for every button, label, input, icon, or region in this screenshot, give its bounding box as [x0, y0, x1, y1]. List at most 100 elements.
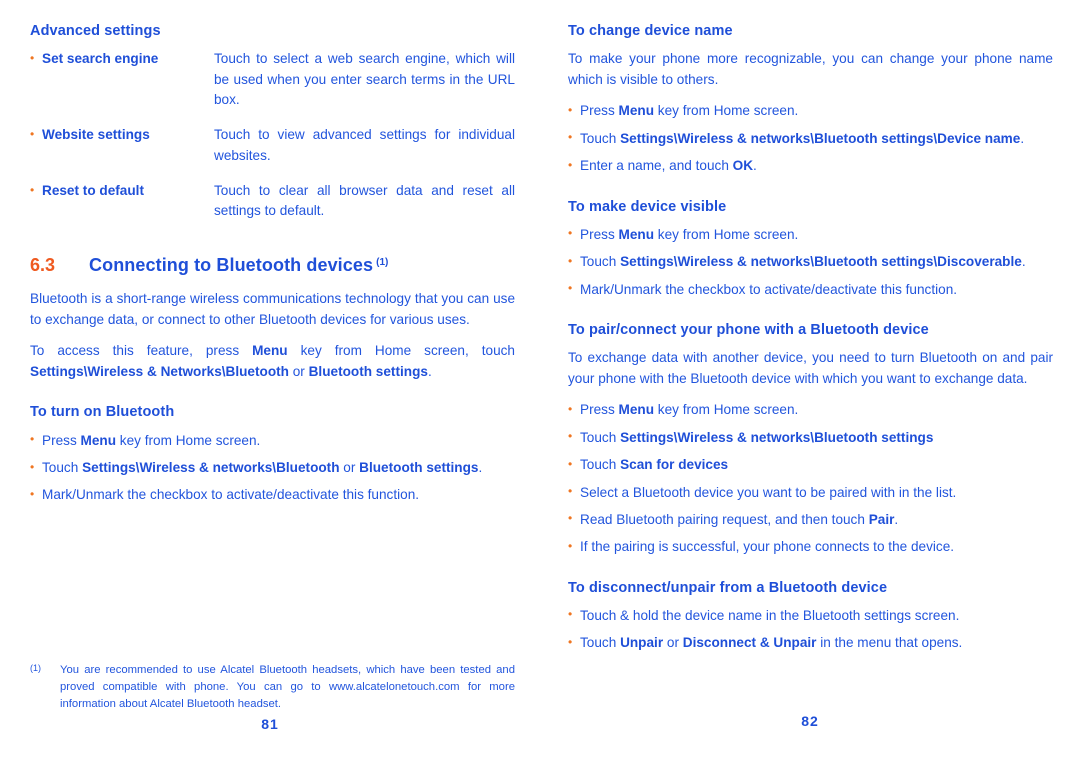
text-run: Press [580, 402, 619, 418]
bold-run: Unpair [620, 635, 664, 651]
text-run: If the pairing is successful, your phone… [580, 539, 955, 555]
text-run: Mark/Unmark the checkbox to activate/dea… [42, 487, 420, 503]
list-item: Touch & hold the device name in the Blue… [568, 605, 1053, 626]
page-left: Advanced settings Set search engine Touc… [0, 0, 540, 767]
section-title-wrap: Connecting to Bluetooth devices (1) [89, 255, 388, 276]
make-device-visible-list: Press Menu key from Home screen. Touch S… [568, 224, 1053, 300]
list-item: Enter a name, and touch OK. [568, 156, 1053, 176]
text-run: To access this feature, press [30, 343, 253, 359]
text-run: Touch [580, 457, 621, 473]
bold-run: OK [732, 158, 754, 174]
bold-run: Settings\Wireless & networks\Bluetooth s… [620, 130, 1021, 146]
section-number: 6.3 [30, 254, 56, 275]
list-item: Select a Bluetooth device you want to be… [568, 482, 1053, 503]
page-right: To change device name To make your phone… [540, 0, 1080, 767]
section-footnote-marker: (1) [376, 256, 389, 268]
text-run: or [339, 460, 360, 475]
setting-term: Website settings [30, 125, 200, 181]
table-row: Website settings Touch to view advanced … [30, 125, 515, 181]
setting-description: Touch to clear all browser data and rese… [214, 183, 515, 219]
turn-on-bluetooth-heading: To turn on Bluetooth [30, 404, 175, 421]
change-device-name-paragraph: To make your phone more recognizable, yo… [568, 51, 1053, 87]
text-run: key from Home screen. [654, 226, 799, 242]
text-run: key from Home screen. [116, 432, 261, 448]
text-run: Press [580, 226, 619, 242]
pair-connect-list: Press Menu key from Home screen. Touch S… [568, 400, 1053, 557]
bold-run: Bluetooth settings [308, 363, 428, 379]
bluetooth-access-paragraph: To access this feature, press Menu key f… [30, 341, 515, 382]
text-run: key from Home screen. [654, 103, 799, 119]
text-run: . [427, 363, 432, 379]
list-item: Press Menu key from Home screen. [568, 101, 1053, 121]
pair-connect-paragraph: To exchange data with another device, yo… [568, 350, 1053, 386]
bold-run: Settings\Wireless & networks\Bluetooth [82, 460, 340, 475]
table-row: Reset to default Touch to clear all brow… [30, 181, 515, 222]
text-run: Enter a name, and touch [580, 158, 733, 174]
text-run: in the menu that opens. [816, 635, 963, 651]
bold-run: Menu [618, 402, 655, 418]
list-item: Press Menu key from Home screen. [30, 430, 515, 451]
list-item: If the pairing is successful, your phone… [568, 537, 1053, 557]
page-number-left: 81 [261, 716, 279, 732]
setting-term: Reset to default [30, 181, 200, 222]
bold-run: Menu [618, 103, 655, 119]
text-run: or [288, 363, 309, 379]
advanced-settings-heading: Advanced settings [30, 23, 161, 39]
footnote-marker: (1) [30, 663, 41, 673]
table-row: Set search engine Touch to select a web … [30, 49, 515, 125]
footnote-text: You are recommended to use Alcatel Bluet… [60, 664, 515, 711]
pair-connect-heading: To pair/connect your phone with a Blueto… [568, 321, 929, 338]
text-run: Press [580, 103, 619, 119]
bold-run: Menu [80, 432, 117, 448]
text-run: . [894, 511, 899, 527]
page-number-right: 82 [801, 713, 819, 729]
list-item: Mark/Unmark the checkbox to activate/dea… [568, 279, 1053, 300]
text-run: Touch [580, 429, 621, 445]
bold-run: Menu [618, 226, 655, 242]
list-item: Mark/Unmark the checkbox to activate/dea… [30, 485, 515, 505]
list-item: Read Bluetooth pairing request, and then… [568, 509, 1053, 530]
list-item: Touch Scan for devices [568, 455, 1053, 475]
section-heading: 6.3 Connecting to Bluetooth devices (1) [30, 255, 515, 276]
text-run: Touch [580, 254, 621, 270]
text-run: Touch [580, 130, 621, 146]
text-run: Press [42, 432, 81, 448]
text-run: key from Home screen, touch [287, 343, 515, 359]
text-run: key from Home screen. [654, 402, 799, 418]
bold-run: Settings\Wireless & networks\Bluetooth s… [620, 429, 934, 445]
change-device-name-heading: To change device name [568, 23, 733, 39]
list-item: Press Menu key from Home screen. [568, 224, 1053, 245]
bold-run: Settings\Wireless & Networks\Bluetooth [30, 363, 289, 379]
bold-run: Settings\Wireless & networks\Bluetooth s… [620, 254, 1022, 270]
advanced-settings-table: Set search engine Touch to select a web … [30, 49, 515, 222]
bluetooth-intro-paragraph: Bluetooth is a short-range wireless comm… [30, 290, 515, 327]
text-run: Select a Bluetooth device you want to be… [580, 484, 957, 500]
change-device-name-list: Press Menu key from Home screen. Touch S… [568, 101, 1053, 176]
disconnect-unpair-list: Touch & hold the device name in the Blue… [568, 605, 1053, 654]
text-run: . [753, 158, 757, 174]
bold-run: Pair [868, 511, 895, 527]
setting-description: Touch to view advanced settings for indi… [214, 127, 515, 163]
list-item: Press Menu key from Home screen. [568, 400, 1053, 420]
bold-run: Menu [252, 343, 288, 359]
text-run: Touch [42, 460, 83, 475]
list-item: Touch Unpair or Disconnect & Unpair in t… [568, 633, 1053, 653]
turn-on-bluetooth-list: Press Menu key from Home screen. Touch S… [30, 430, 515, 506]
make-device-visible-heading: To make device visible [568, 198, 727, 215]
bold-run: Disconnect & Unpair [682, 635, 817, 651]
list-item: Touch Settings\Wireless & networks\Bluet… [568, 252, 1053, 272]
disconnect-unpair-heading: To disconnect/unpair from a Bluetooth de… [568, 579, 888, 596]
text-run: Read Bluetooth pairing request, and then… [580, 511, 869, 527]
bold-run: Scan for devices [620, 457, 729, 473]
text-run: Mark/Unmark the checkbox to activate/dea… [580, 281, 958, 297]
section-title: Connecting to Bluetooth devices [89, 254, 374, 275]
bold-run: Bluetooth settings [359, 460, 479, 475]
text-run: Touch [580, 635, 621, 651]
text-run: . [1021, 254, 1026, 270]
setting-term: Set search engine [30, 49, 200, 125]
list-item: Touch Settings\Wireless & networks\Bluet… [30, 457, 515, 478]
text-run: or [663, 635, 683, 651]
list-item: Touch Settings\Wireless & networks\Bluet… [568, 427, 1053, 448]
setting-description: Touch to select a web search engine, whi… [214, 51, 515, 107]
text-run: . [1020, 130, 1025, 146]
